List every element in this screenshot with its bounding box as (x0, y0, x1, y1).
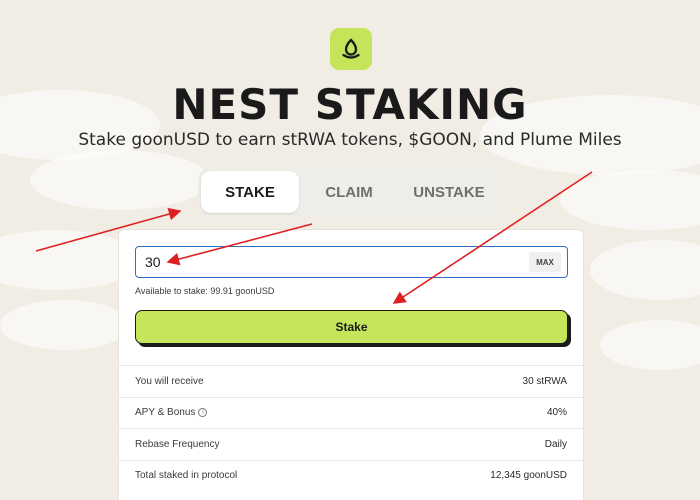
info-row-receive: You will receive 30 stRWA (119, 365, 583, 397)
stake-button[interactable]: Stake (135, 310, 568, 344)
info-label: APY & Bonus (135, 407, 196, 419)
info-label: You will receive (135, 375, 204, 387)
tab-unstake[interactable]: UNSTAKE (399, 171, 499, 213)
tab-bar: STAKE CLAIM UNSTAKE (198, 168, 502, 216)
info-label: Rebase Frequency (135, 438, 220, 450)
info-value: 40% (546, 407, 567, 419)
tab-stake[interactable]: STAKE (201, 171, 299, 213)
max-button[interactable]: MAX (529, 252, 561, 272)
nest-egg-logo-icon (330, 28, 372, 70)
amount-input-wrapper: MAX (135, 246, 568, 278)
page-title: NEST STAKING (172, 80, 528, 129)
info-row-rebase: Rebase Frequency Daily (119, 428, 583, 460)
stake-info-list: You will receive 30 stRWA APY & Bonus i 4… (119, 365, 583, 491)
info-icon[interactable]: i (198, 408, 208, 418)
info-label: Total staked in protocol (135, 470, 238, 482)
amount-input[interactable] (145, 247, 505, 276)
page-subtitle: Stake goonUSD to earn stRWA tokens, $GOO… (78, 130, 622, 150)
info-value: 30 stRWA (522, 375, 567, 387)
info-row-apy: APY & Bonus i 40% (119, 396, 583, 429)
info-value: Daily (544, 438, 567, 450)
available-balance: Available to stake: 99.91 goonUSD (135, 286, 275, 296)
info-row-total-staked: Total staked in protocol 12,345 goonUSD (119, 459, 583, 492)
info-value: 12,345 goonUSD (490, 470, 567, 482)
tab-claim[interactable]: CLAIM (299, 171, 399, 213)
stake-panel: MAX Available to stake: 99.91 goonUSD St… (118, 229, 584, 500)
